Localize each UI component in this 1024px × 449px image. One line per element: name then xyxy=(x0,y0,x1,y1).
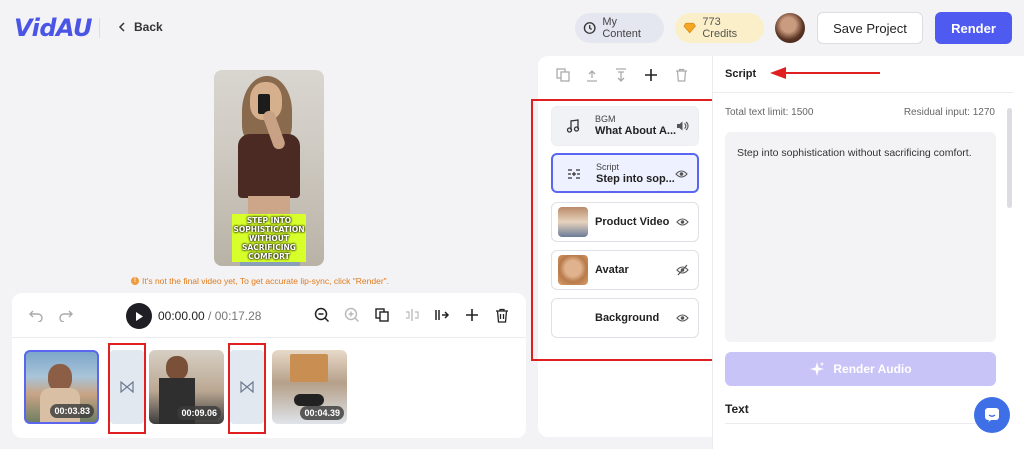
add-icon[interactable] xyxy=(462,305,482,325)
total-time: 00:17.28 xyxy=(214,309,262,323)
duplicate-icon[interactable] xyxy=(372,305,392,325)
split-left-icon[interactable] xyxy=(402,305,422,325)
clip-duration: 00:04.39 xyxy=(300,406,344,420)
timeline-clip[interactable]: 00:09.06 xyxy=(149,350,224,424)
layer-avatar[interactable]: Avatar xyxy=(551,250,699,290)
clip-duration: 00:03.83 xyxy=(50,404,94,418)
script-panel: Script Total text limit: 1500 Residual i… xyxy=(712,56,1024,449)
chat-bubble-icon xyxy=(985,408,999,422)
undo-icon[interactable] xyxy=(26,305,46,325)
eye-off-icon[interactable] xyxy=(674,262,690,278)
volume-icon[interactable] xyxy=(674,118,690,134)
bowtie-icon xyxy=(240,381,254,393)
layer-product-video[interactable]: Product Video xyxy=(551,202,699,242)
clip-thumbnail-sunglasses xyxy=(294,394,324,406)
residual-input-label: Residual input: 1270 xyxy=(903,107,995,118)
clip-duration: 00:09.06 xyxy=(177,406,221,420)
clip-thumbnail-person xyxy=(166,356,188,380)
script-panel-title: Script xyxy=(725,68,757,80)
chat-support-button[interactable] xyxy=(974,397,1010,433)
clip-thumbnail-person xyxy=(290,354,328,382)
render-audio-button[interactable]: Render Audio xyxy=(725,352,996,386)
split-icon[interactable] xyxy=(432,305,452,325)
preview-caption-text: STEP INTO SOPHISTICATION WITHOUT SACRIFI… xyxy=(233,215,305,261)
product-video-thumbnail xyxy=(558,207,588,237)
sparkle-icon xyxy=(810,362,825,376)
current-time: 00:00.00 xyxy=(158,309,205,323)
time-separator: / xyxy=(204,309,215,323)
top-bar: VidAU Back My Content 773 Credits Save P… xyxy=(0,0,1024,56)
back-button[interactable]: Back xyxy=(118,20,163,34)
layer-type: Script xyxy=(596,162,620,172)
layer-bgm[interactable]: BGM What About A... xyxy=(551,106,699,146)
back-label: Back xyxy=(134,20,163,34)
layer-title: Product Video xyxy=(595,216,670,228)
timeline-divider xyxy=(12,337,526,338)
avatar-thumbnail xyxy=(558,255,588,285)
transition-button[interactable] xyxy=(110,350,144,424)
layer-background[interactable]: Background xyxy=(551,298,699,338)
delete-layer-icon[interactable] xyxy=(672,66,690,84)
timeline-clip[interactable]: 00:03.83 xyxy=(24,350,99,424)
clock-icon xyxy=(583,22,596,34)
eye-icon[interactable] xyxy=(674,214,690,230)
script-textarea[interactable]: Step into sophistication without sacrifi… xyxy=(725,132,996,342)
text-section-heading: Text xyxy=(725,402,749,416)
align-top-icon[interactable] xyxy=(583,66,601,84)
timeline-clip[interactable]: 00:04.39 xyxy=(272,350,347,424)
info-icon: ! xyxy=(131,277,139,285)
text-limit-label: Total text limit: 1500 xyxy=(725,107,814,118)
add-layer-icon[interactable] xyxy=(642,66,660,84)
layer-script[interactable]: Script Step into sop... xyxy=(551,153,699,193)
copy-layer-icon[interactable] xyxy=(554,66,572,84)
my-content-label: My Content xyxy=(602,16,641,40)
music-note-icon xyxy=(564,117,582,135)
header-divider xyxy=(99,18,100,38)
eye-icon[interactable] xyxy=(674,310,690,326)
layers-panel: BGM What About A... Script Step into sop… xyxy=(538,56,712,437)
trash-icon[interactable] xyxy=(492,305,512,325)
scrollbar[interactable] xyxy=(1007,108,1012,208)
layer-title: Step into sop... xyxy=(596,173,675,185)
layer-type: BGM xyxy=(595,114,616,124)
timecode: 00:00.00 / 00:17.28 xyxy=(158,309,261,323)
transition-button[interactable] xyxy=(230,350,264,424)
video-preview[interactable]: STEP INTO SOPHISTICATION WITHOUT SACRIFI… xyxy=(214,70,324,266)
preview-figure-midriff xyxy=(248,196,290,216)
zoom-in-icon[interactable] xyxy=(342,305,362,325)
credits-label: 773 Credits xyxy=(702,16,738,40)
credits-button[interactable]: 773 Credits xyxy=(675,13,764,43)
text-script-icon xyxy=(565,165,583,183)
render-button[interactable]: Render xyxy=(935,12,1012,44)
layer-title: What About A... xyxy=(595,125,677,137)
layer-title: Avatar xyxy=(595,264,629,276)
my-content-button[interactable]: My Content xyxy=(575,13,664,43)
layer-title: Background xyxy=(595,312,660,324)
vidau-logo[interactable]: VidAU xyxy=(14,14,93,42)
preview-notice-text: It's not the final video yet, To get acc… xyxy=(142,276,390,286)
chevron-left-icon xyxy=(118,22,125,32)
user-avatar[interactable] xyxy=(775,13,805,43)
play-button[interactable] xyxy=(126,303,152,329)
diamond-icon xyxy=(683,22,696,34)
align-bottom-icon[interactable] xyxy=(612,66,630,84)
redo-icon[interactable] xyxy=(56,305,76,325)
play-icon xyxy=(136,311,143,321)
script-header-divider xyxy=(713,92,1013,93)
eye-icon[interactable] xyxy=(673,166,689,182)
preview-notice: ! It's not the final video yet, To get a… xyxy=(131,276,389,286)
timeline-panel: 00:00.00 / 00:17.28 00:03.83 00:09.06 00… xyxy=(12,293,526,438)
save-project-button[interactable]: Save Project xyxy=(817,12,923,44)
render-audio-label: Render Audio xyxy=(833,362,912,376)
bowtie-icon xyxy=(120,381,134,393)
text-section-divider xyxy=(725,423,996,424)
preview-caption: STEP INTO SOPHISTICATION WITHOUT SACRIFI… xyxy=(232,214,306,262)
zoom-out-icon[interactable] xyxy=(312,305,332,325)
preview-figure-top xyxy=(238,134,300,198)
